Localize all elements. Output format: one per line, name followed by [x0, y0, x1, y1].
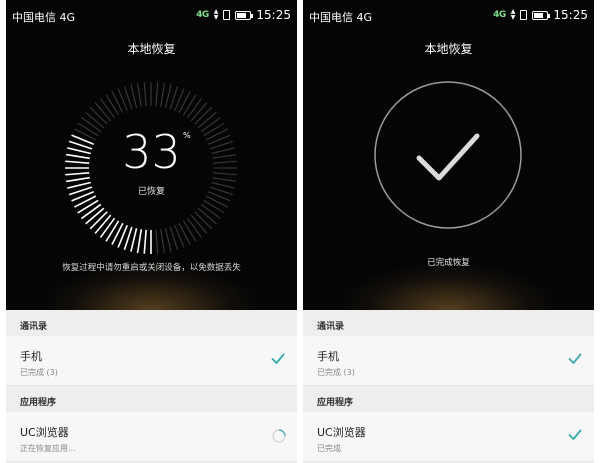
check-icon — [568, 353, 582, 364]
sim-card-icon — [520, 10, 528, 20]
spinner-icon — [272, 429, 286, 443]
progress-percent-unit: % — [183, 131, 191, 140]
section-header-apps: 应用程序 — [6, 386, 297, 412]
section-header-contacts: 通讯录 — [6, 310, 297, 336]
progress-tick-empty — [137, 82, 142, 107]
progress-tick-empty — [203, 199, 225, 214]
progress-tick-empty — [194, 106, 213, 125]
progress-tick-empty — [194, 211, 213, 230]
progress-tick-empty — [160, 82, 165, 107]
progress-tick-empty — [182, 220, 197, 242]
progress-tick-filled — [89, 211, 108, 230]
data-arrows-icon: ▲ ▼ — [213, 8, 219, 21]
section-header-contacts: 通讯录 — [303, 310, 594, 336]
page-title: 本地恢复 — [127, 42, 176, 56]
progress-tick-empty — [100, 98, 116, 119]
progress-tick-empty — [155, 82, 159, 107]
progress-tick-filled — [94, 214, 112, 234]
progress-tick-filled — [130, 228, 138, 252]
progress-label: 已恢复 — [137, 187, 165, 197]
battery-icon — [235, 10, 254, 20]
progress-tick-empty — [155, 229, 159, 254]
progress-tick-empty — [160, 229, 165, 254]
warning-message: 恢复过程中请勿重启或关闭设备，以免数据丢失 — [62, 263, 241, 273]
progress-tick-filled — [80, 203, 102, 220]
item-name: UC浏览器 — [317, 426, 366, 439]
progress-tick-empty — [89, 106, 108, 125]
section-header-apps: 应用程序 — [303, 386, 594, 412]
list-item-phone[interactable]: 手机 已完成 (3) — [303, 336, 594, 386]
sim-card-icon — [223, 10, 231, 20]
progress-tick-empty — [111, 91, 124, 114]
progress-tick-filled — [105, 220, 120, 242]
hero-area: 中国电信 4G 4G ▲ ▼ 15:25 本地恢复 33 % 已恢复 恢复过程中请… — [6, 0, 297, 310]
progress-tick-filled — [99, 217, 116, 239]
list-item-phone[interactable]: 手机 已完成 (3) — [6, 336, 297, 386]
network-type-icon: 4G — [196, 10, 209, 20]
progress-tick-empty — [186, 98, 202, 119]
progress-tick-empty — [186, 217, 202, 238]
progress-tick-empty — [205, 195, 228, 208]
progress-tick-empty — [190, 214, 208, 234]
item-name: 手机 — [317, 350, 339, 363]
progress-tick-empty — [178, 91, 191, 114]
check-icon — [568, 429, 582, 440]
restore-progress-screen: 中国电信 4G 4G ▲ ▼ 15:25 本地恢复 33 % 已恢复 恢复过程中请… — [6, 0, 297, 463]
status-icons: 4G ▲ ▼ 15:25 — [493, 8, 588, 22]
progress-tick-empty — [190, 102, 208, 122]
item-status: 已完成 — [317, 444, 341, 453]
restore-complete-screen: 中国电信 4G 4G ▲ ▼ 15:25 本地恢复 已完成恢复 通讯录 手机 已完… — [303, 0, 594, 463]
item-status: 正在恢复应用... — [20, 444, 76, 453]
list-item-uc-browser[interactable]: UC浏览器 正在恢复应用... — [6, 412, 297, 462]
item-name: 手机 — [20, 350, 42, 363]
progress-tick-empty — [178, 222, 191, 245]
complete-checkmark-icon — [374, 81, 522, 229]
status-bar: 中国电信 4G 4G ▲ ▼ 15:25 — [303, 0, 594, 30]
item-name: UC浏览器 — [20, 426, 69, 439]
progress-tick-empty — [200, 203, 221, 219]
progress-tick-empty — [164, 84, 172, 108]
page-title: 本地恢复 — [424, 42, 473, 56]
network-type-icon: 4G — [493, 10, 506, 20]
progress-tick-filled — [85, 207, 105, 225]
progress-tick-filled — [136, 229, 143, 254]
progress-tick-filled — [143, 229, 147, 254]
progress-tick-empty — [197, 207, 217, 225]
progress-tick-filled — [77, 199, 99, 214]
status-bar: 中国电信 4G 4G ▲ ▼ 15:25 — [6, 0, 297, 30]
progress-tick-empty — [164, 228, 172, 252]
hero-area: 中国电信 4G 4G ▲ ▼ 15:25 本地恢复 已完成恢复 — [303, 0, 594, 310]
progress-percent: 33 — [122, 125, 181, 179]
item-status: 已完成 (3) — [317, 368, 355, 377]
progress-tick-empty — [105, 94, 120, 116]
progress-tick-empty — [94, 102, 112, 122]
item-status: 已完成 (3) — [20, 368, 58, 377]
list-item-uc-browser[interactable]: UC浏览器 已完成 — [303, 412, 594, 462]
complete-message: 已完成恢复 — [427, 258, 470, 268]
data-arrows-icon: ▲ ▼ — [510, 8, 516, 21]
progress-tick-empty — [143, 82, 147, 107]
carrier-label: 中国电信 4G — [12, 11, 76, 24]
battery-icon — [532, 10, 551, 20]
progress-tick-empty — [182, 94, 197, 116]
progress-tick-empty — [130, 84, 138, 108]
carrier-label: 中国电信 4G — [309, 11, 373, 24]
status-icons: 4G ▲ ▼ 15:25 — [196, 8, 291, 22]
check-icon — [271, 353, 285, 364]
clock: 15:25 — [553, 8, 588, 22]
clock: 15:25 — [256, 8, 291, 22]
